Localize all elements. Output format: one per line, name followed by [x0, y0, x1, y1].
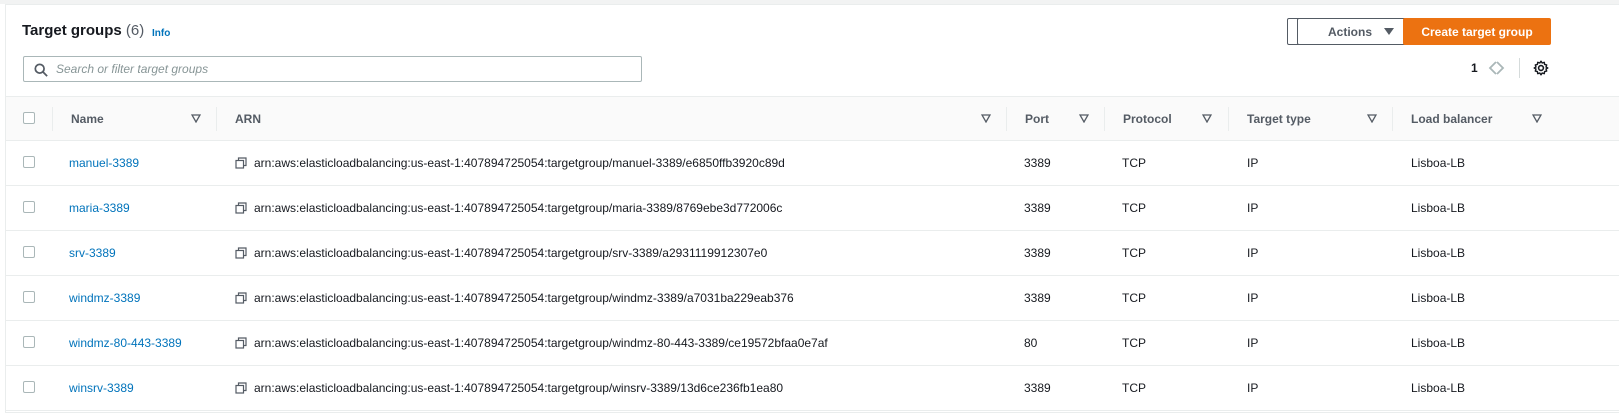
table-row[interactable]: maria-3389 arn:aws:elasticloadbalancing:… — [6, 186, 1619, 231]
sort-icon[interactable] — [1532, 114, 1542, 123]
column-header-port[interactable]: Port — [1025, 97, 1049, 140]
search-input[interactable] — [56, 60, 626, 78]
copy-icon[interactable] — [235, 337, 247, 349]
load-balancer-cell: Lisboa-LB — [1411, 156, 1466, 170]
row-checkbox[interactable] — [23, 336, 35, 348]
column-header-load-balancer[interactable]: Load balancer — [1411, 97, 1492, 140]
copy-icon[interactable] — [235, 247, 247, 259]
port-cell: 3389 — [1024, 246, 1051, 260]
arn-cell: arn:aws:elasticloadbalancing:us-east-1:4… — [254, 156, 785, 170]
target-type-cell: IP — [1247, 156, 1259, 170]
port-cell: 3389 — [1024, 156, 1051, 170]
header-separator — [52, 107, 53, 131]
target-group-name-link[interactable]: maria-3389 — [69, 186, 130, 230]
target-type-cell: IP — [1247, 291, 1259, 305]
row-checkbox[interactable] — [23, 291, 35, 303]
load-balancer-cell: Lisboa-LB — [1411, 336, 1466, 350]
copy-icon[interactable] — [235, 382, 247, 394]
sort-icon[interactable] — [981, 114, 991, 123]
load-balancer-cell: Lisboa-LB — [1411, 246, 1466, 260]
sort-icon[interactable] — [1079, 114, 1089, 123]
column-header-target-type[interactable]: Target type — [1247, 97, 1311, 140]
page-number[interactable]: 1 — [1471, 61, 1478, 75]
copy-icon[interactable] — [235, 292, 247, 304]
row-checkbox[interactable] — [23, 156, 35, 168]
protocol-cell: TCP — [1122, 156, 1146, 170]
port-cell: 80 — [1024, 336, 1038, 350]
target-type-cell: IP — [1247, 246, 1259, 260]
sort-icon[interactable] — [1202, 114, 1212, 123]
protocol-cell: TCP — [1122, 291, 1146, 305]
header-separator — [1228, 107, 1229, 131]
row-checkbox[interactable] — [23, 201, 35, 213]
row-checkbox[interactable] — [23, 246, 35, 258]
arn-cell: arn:aws:elasticloadbalancing:us-east-1:4… — [254, 291, 794, 305]
search-icon — [34, 63, 48, 77]
table-row[interactable]: manuel-3389 arn:aws:elasticloadbalancing… — [6, 141, 1619, 186]
page-title: Target groups (6) — [22, 22, 144, 39]
sort-icon[interactable] — [191, 114, 201, 123]
target-type-cell: IP — [1247, 201, 1259, 215]
load-balancer-cell: Lisboa-LB — [1411, 291, 1466, 305]
port-cell: 3389 — [1024, 291, 1051, 305]
port-cell: 3389 — [1024, 201, 1051, 215]
header-separator — [216, 107, 217, 131]
target-type-cell: IP — [1247, 336, 1259, 350]
table-header: Name ARN Port Protocol Target type Load … — [6, 96, 1619, 141]
target-group-name-link[interactable]: srv-3389 — [69, 231, 116, 275]
port-cell: 3389 — [1024, 381, 1051, 395]
column-header-arn[interactable]: ARN — [235, 97, 261, 140]
protocol-cell: TCP — [1122, 201, 1146, 215]
table-row[interactable]: srv-3389 arn:aws:elasticloadbalancing:us… — [6, 231, 1619, 276]
actions-label: Actions — [1327, 24, 1372, 39]
table-row[interactable]: windmz-3389 arn:aws:elasticloadbalancing… — [6, 276, 1619, 321]
header-separator — [1392, 107, 1393, 131]
info-link[interactable]: Info — [152, 28, 170, 39]
target-group-name-link[interactable]: windmz-3389 — [69, 276, 140, 320]
gear-icon[interactable] — [1533, 60, 1549, 76]
copy-icon[interactable] — [235, 157, 247, 169]
caret-down-icon — [1384, 28, 1394, 35]
arn-cell: arn:aws:elasticloadbalancing:us-east-1:4… — [254, 381, 784, 395]
target-group-name-link[interactable]: manuel-3389 — [69, 141, 139, 185]
search-box[interactable] — [23, 56, 642, 82]
header-separator — [1104, 107, 1105, 131]
load-balancer-cell: Lisboa-LB — [1411, 201, 1466, 215]
sort-icon[interactable] — [1367, 114, 1377, 123]
row-checkbox[interactable] — [23, 381, 35, 393]
header-separator — [1006, 107, 1007, 131]
copy-icon[interactable] — [235, 202, 247, 214]
load-balancer-cell: Lisboa-LB — [1411, 381, 1466, 395]
arn-cell: arn:aws:elasticloadbalancing:us-east-1:4… — [254, 246, 768, 260]
target-group-name-link[interactable]: windmz-80-443-3389 — [69, 321, 182, 365]
table-row[interactable]: windmz-80-443-3389 arn:aws:elasticloadba… — [6, 321, 1619, 366]
arn-cell: arn:aws:elasticloadbalancing:us-east-1:4… — [254, 201, 783, 215]
arn-cell: arn:aws:elasticloadbalancing:us-east-1:4… — [254, 336, 828, 350]
pager-divider — [1519, 58, 1520, 78]
protocol-cell: TCP — [1122, 381, 1146, 395]
column-header-protocol[interactable]: Protocol — [1123, 97, 1172, 140]
title-count: (6) — [125, 22, 145, 39]
select-all-checkbox[interactable] — [23, 112, 35, 124]
column-header-name[interactable]: Name — [71, 97, 104, 140]
table-row[interactable]: winsrv-3389 arn:aws:elasticloadbalancing… — [6, 366, 1619, 411]
protocol-cell: TCP — [1122, 246, 1146, 260]
target-type-cell: IP — [1247, 381, 1259, 395]
protocol-cell: TCP — [1122, 336, 1146, 350]
chevron-right-icon[interactable] — [1494, 60, 1506, 76]
create-target-group-button[interactable]: Create target group — [1403, 18, 1551, 45]
target-group-name-link[interactable]: winsrv-3389 — [69, 366, 134, 410]
title-text: Target groups — [22, 22, 122, 39]
